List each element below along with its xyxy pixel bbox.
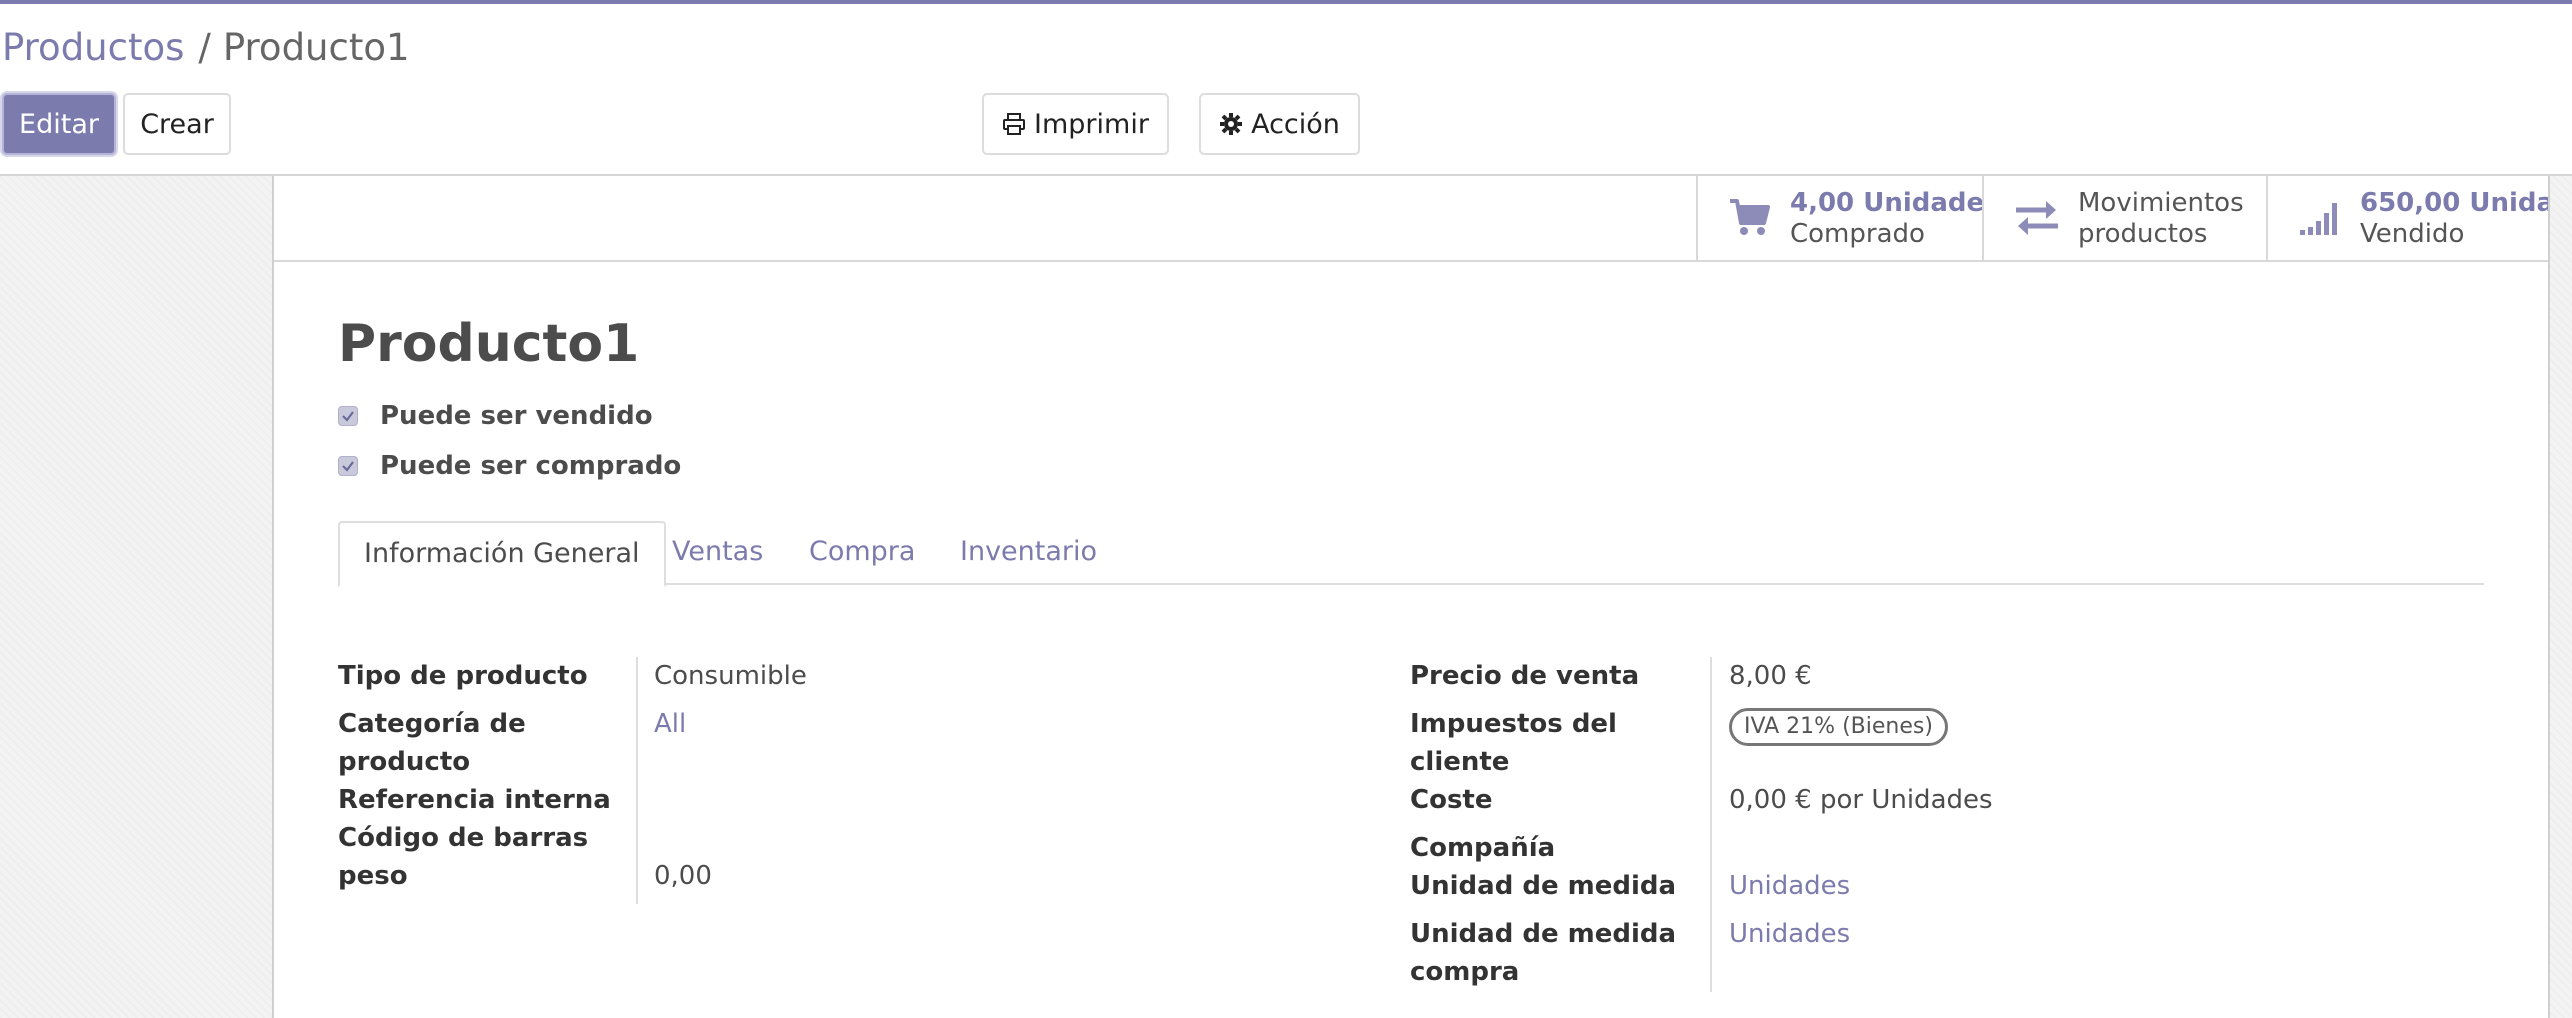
cost-value: 0,00 € por Unidades xyxy=(1729,785,1993,815)
smart-button-purchased[interactable]: 4,00 Unidade Comprado xyxy=(1696,176,1982,262)
breadcrumb-productos-link[interactable]: Productos xyxy=(2,26,184,69)
category-label-line1: Categoría de xyxy=(338,709,526,739)
uom-label: Unidad de medida xyxy=(1410,871,1677,901)
can-be-purchased-label: Puede ser comprado xyxy=(380,451,682,481)
tab-sales[interactable]: Ventas xyxy=(672,521,763,585)
sale-price-value: 8,00 € xyxy=(1729,661,1812,691)
sold-label: Vendido xyxy=(2360,219,2465,249)
product-type-value: Consumible xyxy=(654,661,807,691)
edit-button[interactable]: Editar xyxy=(2,93,116,155)
breadcrumb-current: Producto1 xyxy=(222,26,410,69)
moves-label-2: productos xyxy=(2078,219,2208,249)
customer-taxes-label-line2: cliente xyxy=(1410,747,1510,777)
barcode-label: Código de barras xyxy=(338,823,589,853)
breadcrumb: Productos / Producto1 xyxy=(2,24,410,72)
transfer-arrows-icon xyxy=(2014,197,2060,241)
smart-button-moves[interactable]: Movimientos productos xyxy=(1982,176,2266,262)
check-icon xyxy=(342,461,354,472)
company-label: Compañía xyxy=(1410,833,1556,863)
check-icon xyxy=(342,411,354,422)
weight-label: peso xyxy=(338,861,408,891)
signal-bars-icon xyxy=(2298,197,2342,241)
action-button[interactable]: Acción xyxy=(1199,93,1360,155)
tax-tag: IVA 21% (Bienes) xyxy=(1729,708,1948,746)
create-button[interactable]: Crear xyxy=(123,93,231,155)
product-type-label: Tipo de producto xyxy=(338,661,588,691)
purchased-value: 4,00 Unidade xyxy=(1790,188,1982,218)
cost-label: Coste xyxy=(1410,785,1493,815)
purchase-uom-label-line2: compra xyxy=(1410,957,1520,987)
product-name: Producto1 xyxy=(338,314,640,374)
print-button[interactable]: Imprimir xyxy=(982,93,1169,155)
print-label: Imprimir xyxy=(1034,108,1149,140)
action-label: Acción xyxy=(1251,108,1340,140)
cart-icon xyxy=(1728,197,1772,241)
uom-value-link[interactable]: Unidades xyxy=(1729,867,1850,905)
purchase-uom-value-link[interactable]: Unidades xyxy=(1729,915,1850,953)
can-be-sold-row: Puede ser vendido xyxy=(338,401,653,431)
can-be-sold-label: Puede ser vendido xyxy=(380,401,653,431)
can-be-purchased-row: Puede ser comprado xyxy=(338,451,681,481)
smart-button-box: 4,00 Unidade Comprado Movimientos produc… xyxy=(274,176,2548,262)
moves-label-1: Movimientos xyxy=(2078,188,2244,218)
tab-general-information[interactable]: Información General xyxy=(338,521,666,587)
can-be-sold-checkbox[interactable] xyxy=(338,406,358,426)
gear-icon xyxy=(1219,112,1243,136)
notebook-tabs: Información General Ventas Compra Invent… xyxy=(338,521,2484,587)
form-sheet: 4,00 Unidade Comprado Movimientos produc… xyxy=(272,176,2550,1018)
tab-inventory[interactable]: Inventario xyxy=(960,521,1097,585)
purchased-label: Comprado xyxy=(1790,219,1925,249)
category-value-link[interactable]: All xyxy=(654,705,686,743)
sold-value: 650,00 Unida xyxy=(2360,188,2548,218)
left-group-divider xyxy=(636,657,638,904)
internal-reference-label: Referencia interna xyxy=(338,785,611,815)
can-be-purchased-checkbox[interactable] xyxy=(338,456,358,476)
top-accent-line xyxy=(0,0,2572,4)
breadcrumb-separator: / xyxy=(198,26,211,69)
category-label-line2: producto xyxy=(338,747,471,777)
right-group-divider xyxy=(1710,657,1712,992)
smart-button-sold[interactable]: 650,00 Unida Vendido xyxy=(2266,176,2548,262)
sale-price-label: Precio de venta xyxy=(1410,661,1640,691)
customer-taxes-label-line1: Impuestos del xyxy=(1410,709,1617,739)
print-icon xyxy=(1002,112,1026,136)
tab-purchase[interactable]: Compra xyxy=(809,521,915,585)
purchase-uom-label-line1: Unidad de medida xyxy=(1410,919,1677,949)
weight-value: 0,00 xyxy=(654,861,712,891)
